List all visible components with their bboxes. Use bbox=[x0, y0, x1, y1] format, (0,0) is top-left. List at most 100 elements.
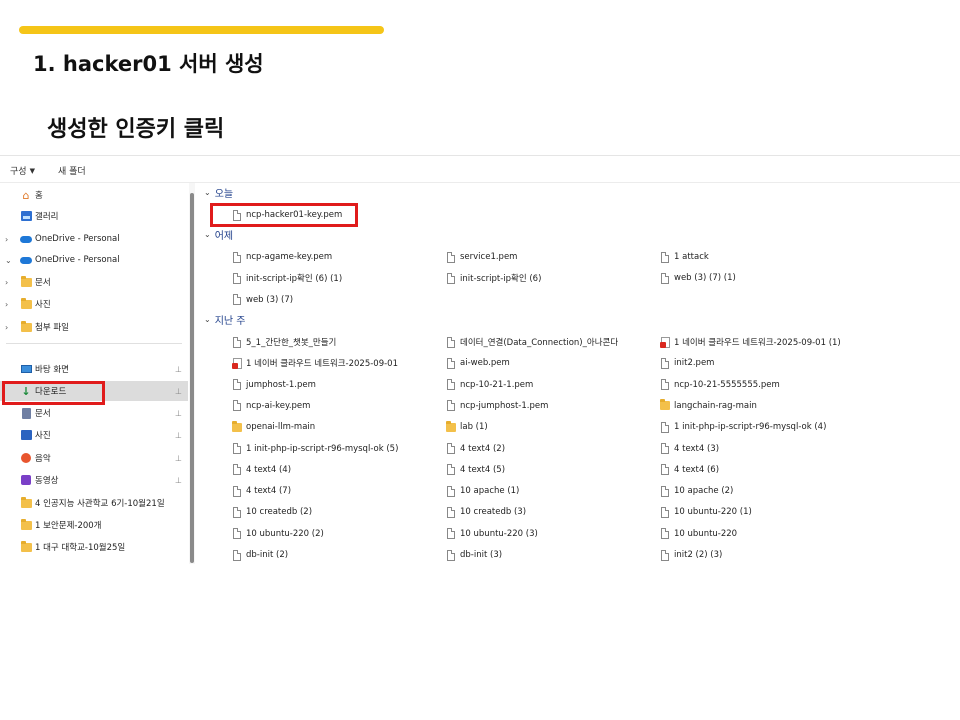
file-item[interactable]: 10 ubuntu-220 (1) bbox=[660, 503, 752, 521]
file-item[interactable]: 4 text4 (7) bbox=[232, 482, 291, 500]
file-item[interactable]: init2 (2) (3) bbox=[660, 546, 722, 564]
file-item[interactable]: ncp-agame-key.pem bbox=[232, 248, 332, 266]
group-header-yesterday[interactable]: ⌄ 어제 bbox=[204, 227, 233, 242]
nav-item[interactable]: › 문서 bbox=[0, 272, 188, 292]
nav-item[interactable]: › OneDrive - Personal bbox=[0, 229, 188, 249]
file-item[interactable]: init-script-ip확인 (6) (1) bbox=[232, 269, 342, 287]
file-item[interactable]: db-init (2) bbox=[232, 546, 288, 564]
nav-item-label: OneDrive - Personal bbox=[35, 255, 120, 265]
nav-item[interactable]: 1 대구 대학교-10월25일 bbox=[0, 537, 188, 557]
slide-subtitle: 생성한 인증키 클릭 bbox=[47, 117, 225, 142]
file-item[interactable]: db-init (3) bbox=[446, 546, 502, 564]
file-item[interactable]: lab (1) bbox=[446, 418, 488, 436]
navigation-scrollbar[interactable] bbox=[189, 183, 195, 564]
file-item[interactable]: 4 text4 (3) bbox=[660, 440, 719, 458]
file-icon bbox=[232, 528, 242, 540]
file-item[interactable]: 5_1_간단한_챗봇_만들기 bbox=[232, 333, 336, 351]
file-item[interactable]: jumphost-1.pem bbox=[232, 376, 316, 394]
chevron-right-icon[interactable]: › bbox=[5, 235, 8, 244]
nav-item-label: 바탕 화면 bbox=[35, 365, 69, 375]
file-name: langchain-rag-main bbox=[674, 400, 757, 411]
nav-item[interactable]: 갤러리 bbox=[0, 206, 188, 226]
file-item[interactable]: 4 text4 (4) bbox=[232, 461, 291, 479]
scrollbar-thumb[interactable] bbox=[190, 193, 194, 563]
nav-item[interactable]: 음악 ⊥ bbox=[0, 448, 188, 468]
chevron-right-icon[interactable]: › bbox=[5, 323, 8, 332]
file-icon bbox=[446, 506, 456, 518]
file-icon bbox=[446, 485, 456, 497]
nav-item-label: 동영상 bbox=[35, 476, 59, 486]
file-icon bbox=[660, 357, 670, 369]
file-item[interactable]: ncp-ai-key.pem bbox=[232, 397, 310, 415]
file-item[interactable]: 4 text4 (6) bbox=[660, 461, 719, 479]
organize-button[interactable]: 구성 ▼ bbox=[10, 164, 35, 178]
file-item[interactable]: openai-llm-main bbox=[232, 418, 315, 436]
file-icon bbox=[660, 549, 670, 561]
file-item[interactable]: 10 ubuntu-220 (2) bbox=[232, 525, 324, 543]
file-item[interactable]: 10 apache (1) bbox=[446, 482, 519, 500]
group-header-older[interactable]: ⌄ 지난 주 bbox=[204, 312, 245, 327]
folder-icon bbox=[446, 420, 456, 433]
nav-item[interactable]: › 첨부 파일 bbox=[0, 317, 188, 337]
file-name: openai-llm-main bbox=[246, 422, 316, 433]
nav-item[interactable]: 문서 ⊥ bbox=[0, 403, 188, 423]
file-item[interactable]: ncp-jumphost-1.pem bbox=[446, 397, 548, 415]
file-item[interactable]: 10 ubuntu-220 (3) bbox=[446, 525, 538, 543]
nav-item[interactable]: 1 보안문제-200개 bbox=[0, 515, 188, 535]
file-icon bbox=[660, 506, 670, 518]
chevron-right-icon[interactable]: › bbox=[5, 278, 8, 287]
nav-item-label: 갤러리 bbox=[35, 212, 59, 222]
nav-item[interactable]: ⌄ OneDrive - Personal bbox=[0, 250, 188, 270]
group-header-today[interactable]: ⌄ 오늘 bbox=[204, 185, 233, 200]
file-item[interactable]: 1 init-php-ip-script-r96-mysql-ok (5) bbox=[232, 440, 398, 458]
file-name: 10 apache (2) bbox=[674, 486, 734, 497]
nav-item[interactable]: 동영상 ⊥ bbox=[0, 470, 188, 490]
chevron-down-icon[interactable]: ⌄ bbox=[204, 230, 211, 239]
file-item[interactable]: ncp-10-21-1.pem bbox=[446, 376, 533, 394]
accent-bar bbox=[19, 26, 384, 34]
file-item[interactable]: 10 createdb (2) bbox=[232, 503, 312, 521]
chevron-right-icon[interactable]: › bbox=[5, 300, 8, 309]
folder-icon bbox=[20, 275, 32, 288]
chevron-down-icon: ▼ bbox=[29, 166, 35, 175]
chevron-down-icon[interactable]: ⌄ bbox=[204, 188, 211, 197]
file-item[interactable]: langchain-rag-main bbox=[660, 397, 757, 415]
slide-title: 1. hacker01 서버 생성 bbox=[33, 52, 264, 76]
file-item[interactable]: 10 createdb (3) bbox=[446, 503, 526, 521]
file-item[interactable]: 1 init-php-ip-script-r96-mysql-ok (4) bbox=[660, 418, 826, 436]
file-icon bbox=[446, 379, 456, 391]
nav-item-label: 홈 bbox=[35, 191, 43, 201]
file-item[interactable]: ai-web.pem bbox=[446, 354, 510, 372]
file-item[interactable]: 1 네이버 클라우드 네트워크-2025-09-01 bbox=[231, 354, 398, 372]
file-name: 4 text4 (2) bbox=[460, 443, 506, 454]
nav-item[interactable]: 사진 ⊥ bbox=[0, 425, 188, 445]
file-item[interactable]: init-script-ip확인 (6) bbox=[446, 269, 541, 287]
nav-item[interactable]: 바탕 화면 ⊥ bbox=[0, 359, 188, 379]
file-name: 4 text4 (3) bbox=[674, 443, 720, 454]
file-icon bbox=[660, 379, 670, 391]
file-item[interactable]: 1 네이버 클라우드 네트워크-2025-09-01 (1) bbox=[659, 333, 841, 351]
folder-icon bbox=[660, 399, 670, 412]
file-item[interactable]: web (3) (7) bbox=[232, 291, 293, 309]
new-folder-button[interactable]: 새 폴더 bbox=[58, 164, 86, 177]
file-item[interactable]: 10 apache (2) bbox=[660, 482, 733, 500]
nav-item[interactable]: › 사진 bbox=[0, 294, 188, 314]
nav-item[interactable]: 4 인공지능 사관학교 6기-10월21일 bbox=[0, 493, 188, 513]
file-item[interactable]: 4 text4 (5) bbox=[446, 461, 505, 479]
file-item[interactable]: web (3) (7) (1) bbox=[660, 269, 736, 287]
nav-item[interactable]: ⌂ 홈 bbox=[0, 185, 188, 205]
file-item[interactable]: service1.pem bbox=[446, 248, 517, 266]
file-icon bbox=[660, 421, 670, 433]
file-item[interactable]: 1 attack bbox=[660, 248, 709, 266]
file-item[interactable]: ncp-10-21-5555555.pem bbox=[660, 376, 780, 394]
file-item[interactable]: 4 text4 (2) bbox=[446, 440, 505, 458]
file-icon bbox=[446, 272, 456, 284]
chevron-down-icon[interactable]: ⌄ bbox=[204, 315, 211, 324]
group-header-label: 지난 주 bbox=[214, 316, 246, 327]
file-item[interactable]: init2.pem bbox=[660, 354, 714, 372]
file-icon bbox=[446, 443, 456, 455]
file-item[interactable]: 데이터_연결(Data_Connection)_아나콘다 bbox=[446, 333, 618, 351]
chevron-down-icon[interactable]: ⌄ bbox=[5, 256, 12, 265]
file-icon bbox=[232, 443, 242, 455]
file-item[interactable]: 10 ubuntu-220 bbox=[660, 525, 737, 543]
